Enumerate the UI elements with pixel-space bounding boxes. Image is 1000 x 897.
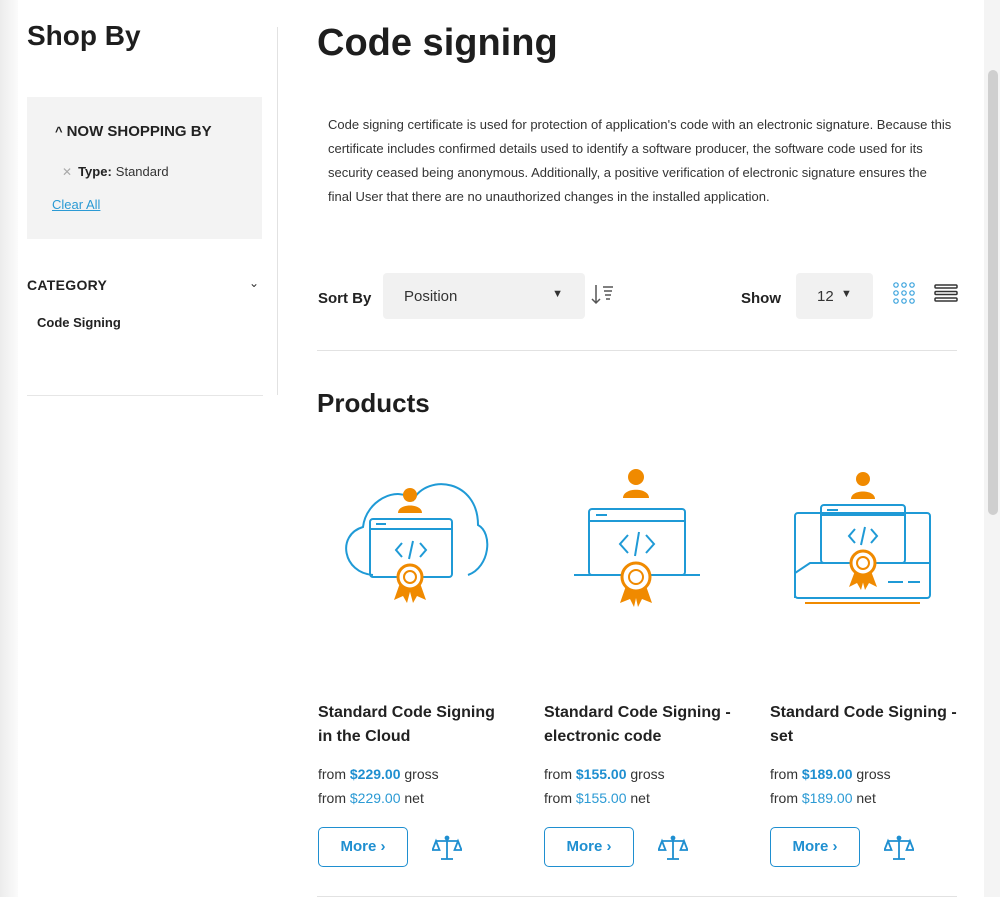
sort-by-value: Position <box>404 288 458 305</box>
filter-label: Type: <box>78 164 112 179</box>
chevron-down-icon: ▼ <box>841 288 852 300</box>
net-price: $189.00 <box>801 790 853 806</box>
price-gross: from $155.00 gross <box>544 766 665 782</box>
sort-direction-icon[interactable] <box>590 282 616 313</box>
price-gross: from $189.00 gross <box>770 766 891 782</box>
gross-label: gross <box>856 766 891 782</box>
now-shopping-panel: ^ NOW SHOPPING BY ✕ Type: Standard Clear Al… <box>27 97 262 239</box>
gross-label: gross <box>630 766 665 782</box>
more-button[interactable]: More › <box>770 827 860 867</box>
compare-scale-icon[interactable] <box>431 833 463 868</box>
more-button[interactable]: More › <box>318 827 408 867</box>
price-from-label: from <box>318 766 346 782</box>
price-from-label: from <box>544 790 572 806</box>
remove-filter-icon[interactable]: ✕ <box>62 165 72 179</box>
sidebar-divider <box>27 395 263 396</box>
sort-by-label: Sort By <box>318 290 372 307</box>
page-title: Code signing <box>317 22 558 64</box>
price-from-label: from <box>544 766 572 782</box>
compare-scale-icon[interactable] <box>657 833 689 868</box>
price-net: from $229.00 net <box>318 790 424 806</box>
clear-all-link[interactable]: Clear All <box>52 197 100 212</box>
gross-label: gross <box>404 766 439 782</box>
price-net: from $155.00 net <box>544 790 650 806</box>
gross-price: $229.00 <box>349 766 401 782</box>
limit-value: 12 <box>817 288 834 305</box>
grid-view-icon[interactable] <box>892 281 916 310</box>
gross-price: $189.00 <box>801 766 853 782</box>
product-name[interactable]: Standard Code Signing - set <box>770 701 960 749</box>
net-label: net <box>404 790 424 806</box>
product-name[interactable]: Standard Code Signing - electronic code <box>544 701 734 749</box>
category-description: Code signing certificate is used for pro… <box>328 117 952 204</box>
chevron-up-icon: ^ <box>55 124 63 139</box>
gross-price: $155.00 <box>575 766 627 782</box>
sort-by-select[interactable]: Position ▼ <box>383 273 585 319</box>
product-name[interactable]: Standard Code Signing in the Cloud <box>318 701 508 749</box>
cloud-code-certificate-icon[interactable] <box>318 455 518 630</box>
net-label: net <box>630 790 650 806</box>
scrollbar-thumb[interactable] <box>988 70 998 515</box>
category-item-code-signing[interactable]: Code Signing <box>37 315 121 330</box>
price-net: from $189.00 net <box>770 790 876 806</box>
price-from-label: from <box>770 790 798 806</box>
limit-select[interactable]: 12 ▼ <box>796 273 873 319</box>
net-price: $229.00 <box>349 790 401 806</box>
page-left-shade <box>0 0 18 897</box>
sidebar-title: Shop By <box>27 20 141 51</box>
active-filter: ✕ Type: Standard <box>62 164 169 179</box>
show-label: Show <box>741 290 781 307</box>
sidebar-vertical-divider <box>277 27 278 395</box>
more-button[interactable]: More › <box>544 827 634 867</box>
list-view-icon[interactable] <box>934 284 958 307</box>
products-heading: Products <box>317 388 430 418</box>
card-code-certificate-icon[interactable] <box>770 455 970 630</box>
category-filter-title[interactable]: CATEGORY <box>27 277 107 293</box>
price-from-label: from <box>770 766 798 782</box>
chevron-down-icon[interactable]: ⌄ <box>249 276 259 290</box>
now-shopping-toggle[interactable]: ^ NOW SHOPPING BY <box>55 123 212 140</box>
now-shopping-title: NOW SHOPPING BY <box>66 123 212 140</box>
price-from-label: from <box>318 790 346 806</box>
price-gross: from $229.00 gross <box>318 766 439 782</box>
toolbar-divider <box>317 350 957 351</box>
window-code-certificate-icon[interactable] <box>544 455 744 630</box>
net-label: net <box>856 790 876 806</box>
compare-scale-icon[interactable] <box>883 833 915 868</box>
filter-value: Standard <box>115 164 169 179</box>
net-price: $155.00 <box>575 790 627 806</box>
chevron-down-icon: ▼ <box>552 288 563 300</box>
